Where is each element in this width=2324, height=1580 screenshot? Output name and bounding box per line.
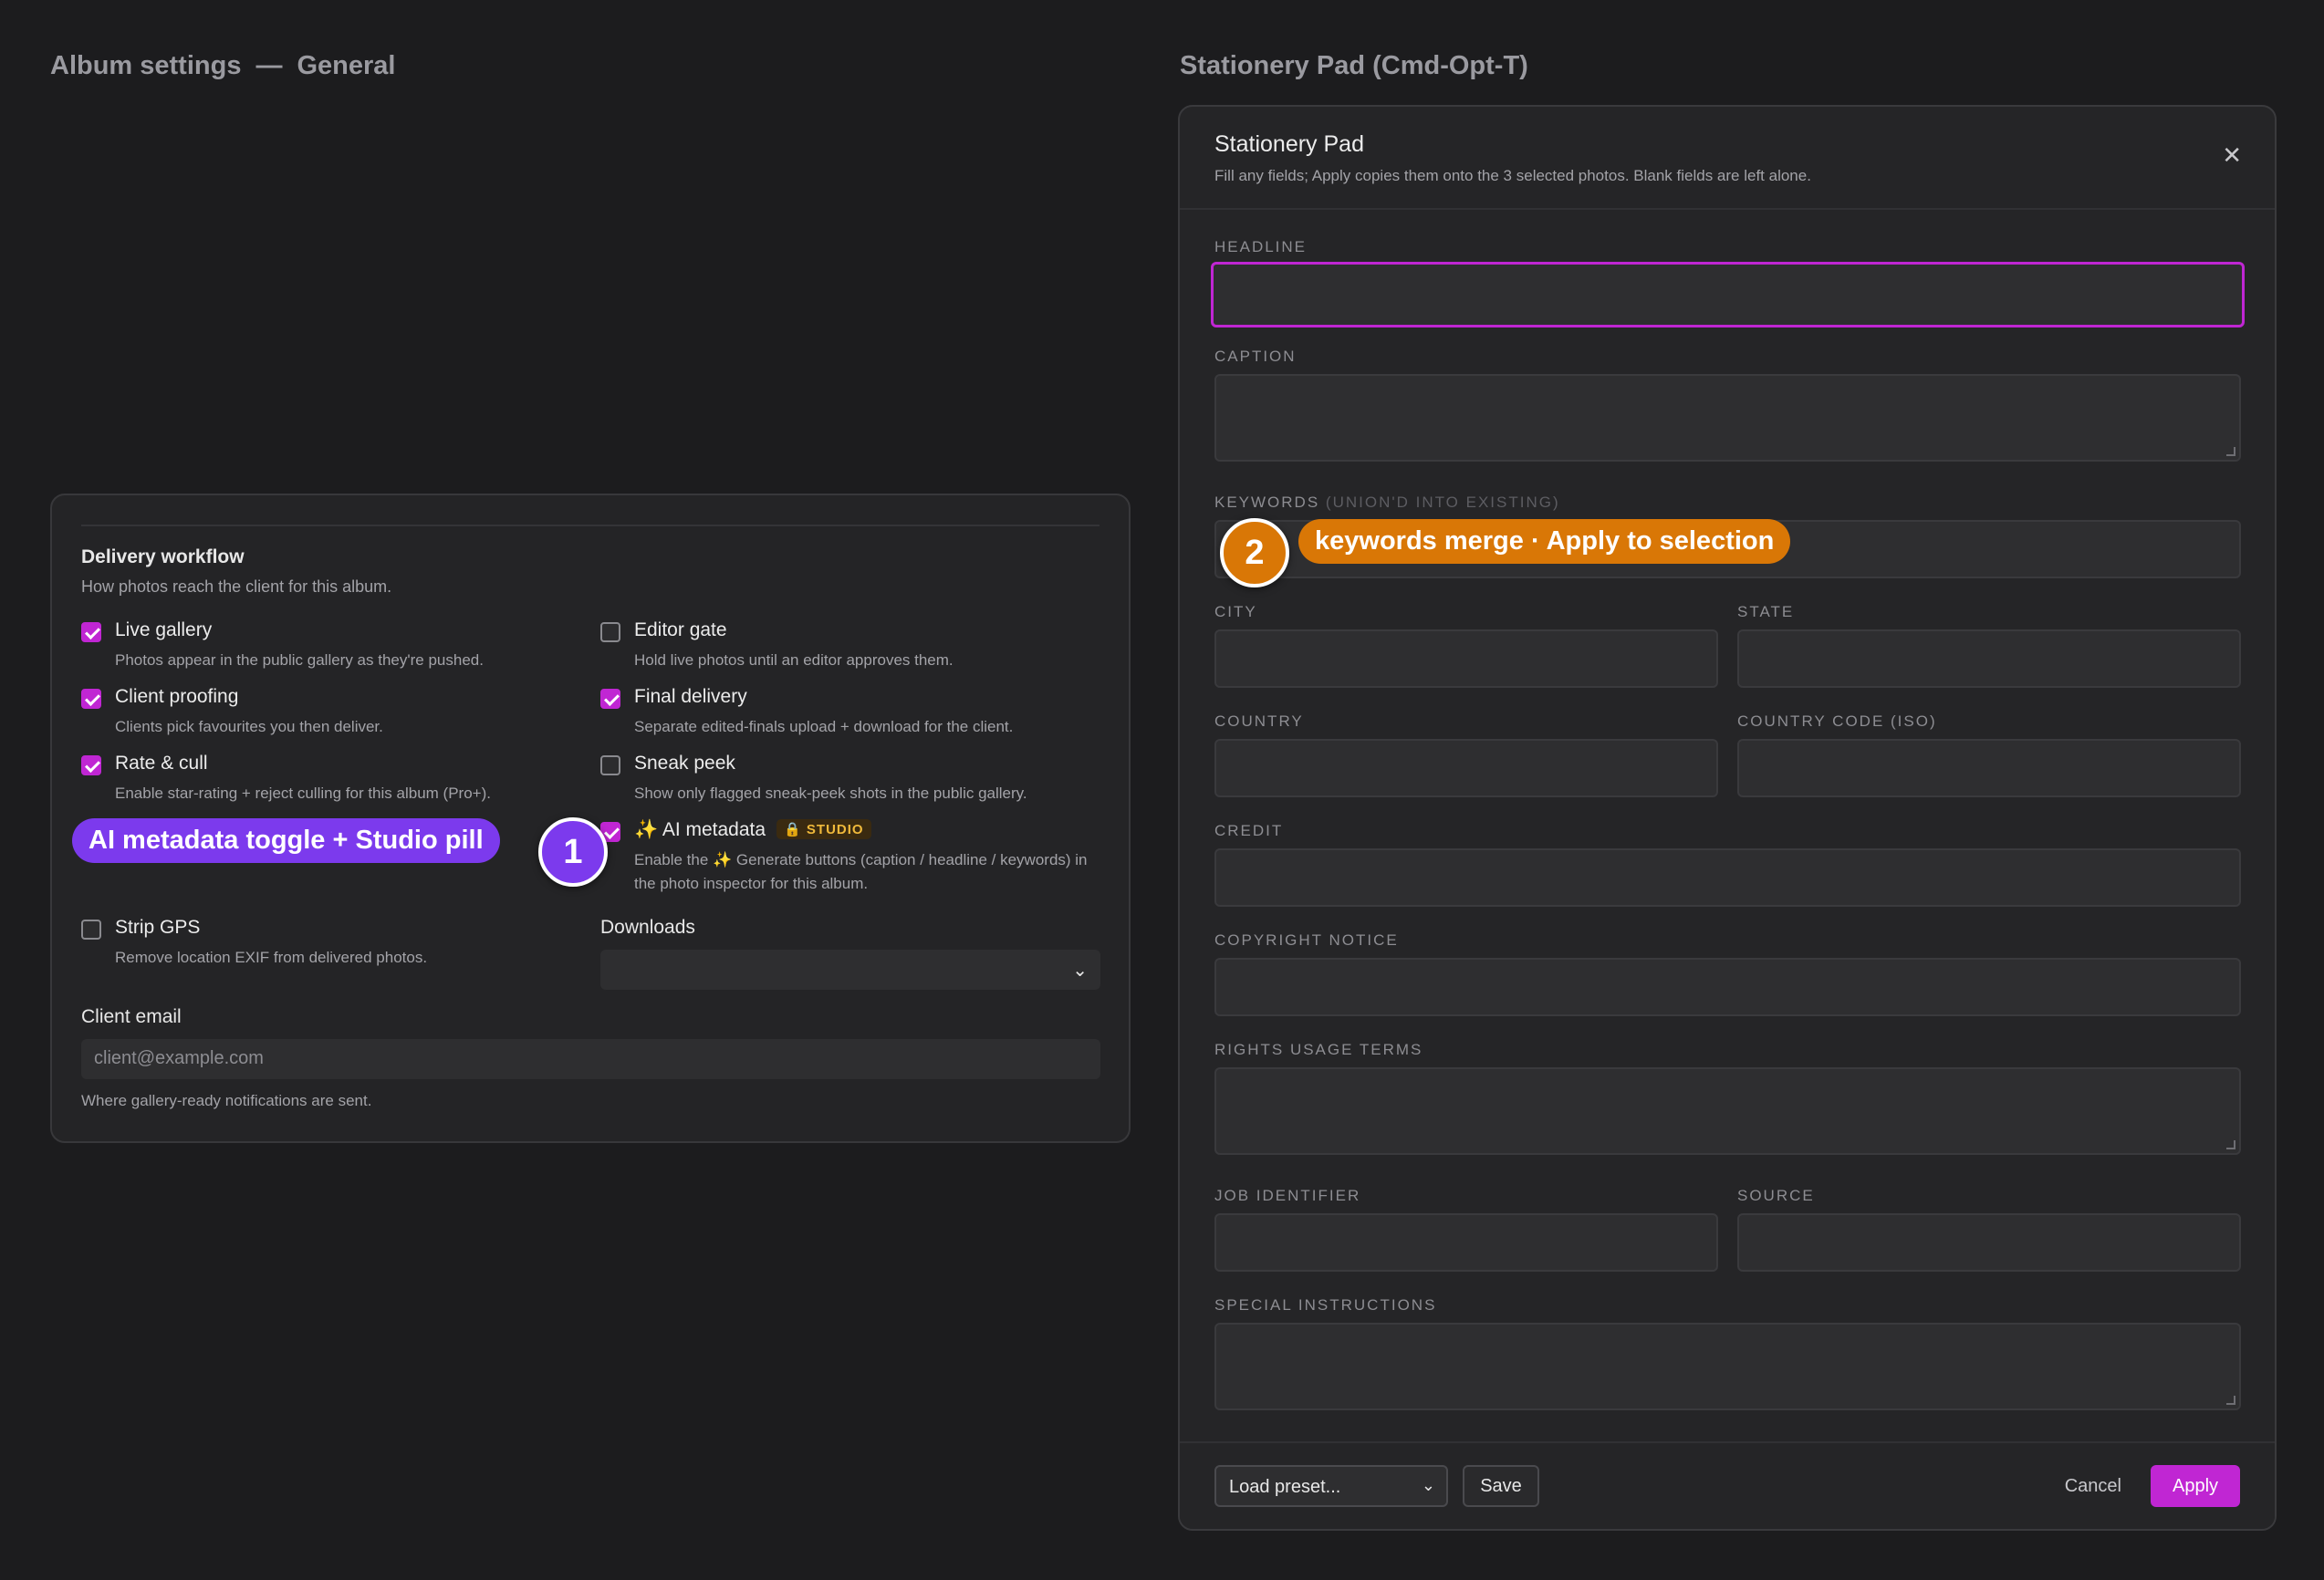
headline-input[interactable] (1211, 262, 2245, 327)
sneak-peek-desc: Show only flagged sneak-peek shots in th… (634, 785, 1027, 802)
save-preset-button[interactable]: Save (1463, 1465, 1539, 1507)
cancel-button[interactable]: Cancel (2065, 1476, 2121, 1497)
rights-textarea[interactable] (1214, 1067, 2241, 1155)
sneak-peek-checkbox[interactable] (600, 755, 620, 775)
sneak-peek-label: Sneak peek (634, 753, 735, 774)
rate-cull-desc: Enable star-rating + reject culling for … (115, 785, 491, 802)
rights-label: Rights usage terms (1214, 1041, 1423, 1058)
stationery-pad-title: Stationery Pad (Cmd-Opt-T) (1180, 51, 1528, 80)
downloads-label: Downloads (600, 917, 695, 938)
editor-gate-label: Editor gate (634, 619, 727, 640)
copyright-label: Copyright notice (1214, 931, 1399, 949)
modal-subtitle: Fill any fields; Apply copies them onto … (1214, 167, 1811, 184)
live-gallery-desc: Photos appear in the public gallery as t… (115, 651, 484, 669)
country-input[interactable] (1214, 739, 1718, 797)
source-label: Source (1737, 1187, 1815, 1204)
client-email-help: Where gallery-ready notifications are se… (81, 1092, 372, 1109)
album-settings-title: Album settings — General (50, 51, 395, 81)
load-preset-value: Load preset... (1229, 1477, 1341, 1497)
special-instructions-label: Special instructions (1214, 1296, 1437, 1314)
source-input[interactable] (1737, 1213, 2241, 1272)
modal-footer: Load preset... ⌄ Save Cancel Apply (1180, 1441, 2275, 1529)
credit-label: Credit (1214, 822, 1284, 839)
keywords-label: Keywords (union'd into existing) (1214, 494, 1560, 512)
close-icon[interactable]: ✕ (2222, 141, 2242, 170)
resize-grip-icon[interactable] (2226, 447, 2235, 456)
live-gallery-label: Live gallery (115, 619, 213, 640)
rate-cull-label: Rate & cull (115, 753, 208, 774)
job-identifier-input[interactable] (1214, 1213, 1718, 1272)
country-label: Country (1214, 712, 1304, 730)
panel-divider (81, 525, 1099, 526)
city-input[interactable] (1214, 629, 1718, 688)
client-email-label: Client email (81, 1006, 182, 1027)
credit-input[interactable] (1214, 848, 2241, 907)
keywords-label-text: Keywords (1214, 494, 1320, 511)
live-gallery-checkbox[interactable] (81, 622, 101, 642)
chevron-down-icon: ⌄ (1421, 1476, 1435, 1494)
country-code-input[interactable] (1737, 739, 2241, 797)
load-preset-select[interactable]: Load preset... ⌄ (1214, 1465, 1448, 1507)
modal-header: Stationery Pad Fill any fields; Apply co… (1180, 107, 2275, 210)
headline-label: Headline (1214, 238, 1308, 255)
ai-metadata-label: ✨ AI metadata 🔒 STUDIO (634, 819, 871, 841)
album-settings-title-section: General (297, 51, 396, 80)
downloads-select[interactable]: ⌄ (600, 950, 1100, 990)
job-identifier-label: Job identifier (1214, 1187, 1361, 1204)
stationery-pad-modal: Stationery Pad Fill any fields; Apply co… (1178, 105, 2277, 1531)
annotation-2-badge: 2 (1220, 518, 1289, 587)
caption-textarea[interactable] (1214, 374, 2241, 462)
editor-gate-desc: Hold live photos until an editor approve… (634, 651, 954, 669)
client-email-input[interactable]: client@example.com (81, 1039, 1100, 1079)
caption-label: Caption (1214, 348, 1297, 365)
strip-gps-label: Strip GPS (115, 917, 201, 938)
apply-button[interactable]: Apply (2151, 1465, 2240, 1507)
resize-grip-icon[interactable] (2226, 1140, 2235, 1149)
title-dash: — (255, 51, 283, 80)
delivery-workflow-heading: Delivery workflow (81, 546, 245, 567)
annotation-1-callout: AI metadata toggle + Studio pill (72, 818, 500, 863)
strip-gps-checkbox[interactable] (81, 920, 101, 940)
client-proofing-desc: Clients pick favourites you then deliver… (115, 718, 383, 735)
studio-pill: 🔒 STUDIO (776, 819, 871, 839)
state-input[interactable] (1737, 629, 2241, 688)
resize-grip-icon[interactable] (2226, 1396, 2235, 1405)
final-delivery-desc: Separate edited-finals upload + download… (634, 718, 1014, 735)
strip-gps-desc: Remove location EXIF from delivered phot… (115, 949, 428, 966)
final-delivery-checkbox[interactable] (600, 689, 620, 709)
album-settings-title-main: Album settings (50, 51, 242, 80)
delivery-workflow-subheading: How photos reach the client for this alb… (81, 577, 392, 596)
ai-metadata-desc: Enable the ✨ Generate buttons (caption /… (634, 851, 1088, 892)
editor-gate-checkbox[interactable] (600, 622, 620, 642)
annotation-1-badge: 1 (538, 817, 608, 887)
country-code-label: Country code (ISO) (1737, 712, 1937, 730)
keywords-hint: (union'd into existing) (1325, 494, 1560, 511)
final-delivery-label: Final delivery (634, 686, 747, 707)
copyright-input[interactable] (1214, 958, 2241, 1016)
client-proofing-checkbox[interactable] (81, 689, 101, 709)
client-proofing-label: Client proofing (115, 686, 239, 707)
rate-cull-checkbox[interactable] (81, 755, 101, 775)
state-label: State (1737, 603, 1795, 620)
modal-title: Stationery Pad (1214, 131, 1364, 157)
city-label: City (1214, 603, 1257, 620)
annotation-2-callout: keywords merge · Apply to selection (1298, 519, 1791, 564)
chevron-down-icon: ⌄ (1072, 961, 1088, 981)
special-instructions-textarea[interactable] (1214, 1323, 2241, 1410)
ai-metadata-label-text: ✨ AI metadata (634, 819, 766, 840)
